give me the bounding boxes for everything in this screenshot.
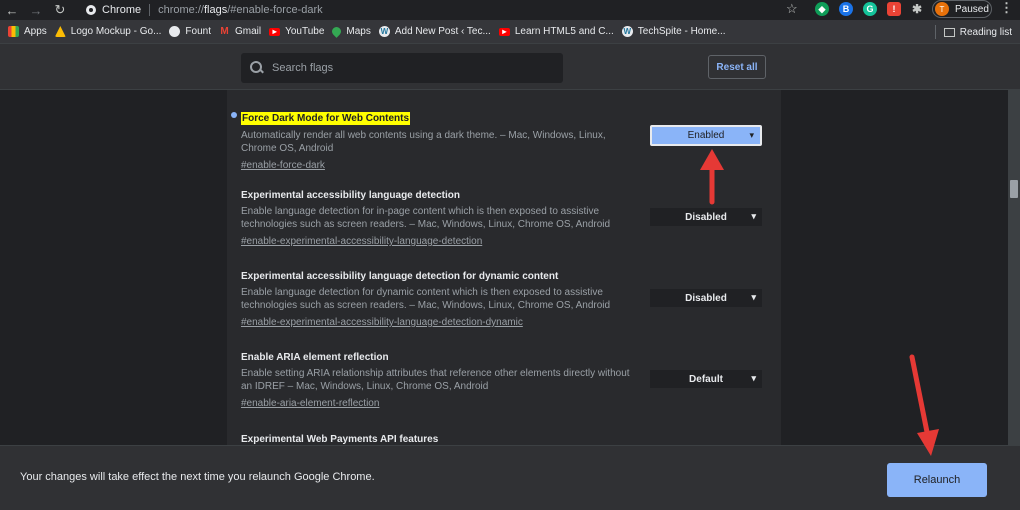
- bookmark-label: Add New Post ‹ Tec...: [394, 26, 491, 37]
- relaunch-button[interactable]: Relaunch: [887, 463, 987, 497]
- flag-description: Enable language detection for in-page co…: [241, 206, 611, 230]
- youtube-icon: ▸: [498, 27, 510, 36]
- flag-aria-element-reflection: Enable ARIA element reflection Enable se…: [241, 351, 641, 411]
- bookmark-logo-mockup[interactable]: Logo Mockup - Go...: [54, 26, 162, 37]
- search-icon: [250, 61, 264, 75]
- puzzle-extensions-icon[interactable]: ✱: [910, 2, 924, 16]
- reading-list-button[interactable]: Reading list: [934, 25, 1012, 39]
- wordpress-icon: W: [378, 26, 390, 37]
- flag-title: Force Dark Mode for Web Contents: [241, 112, 411, 125]
- bookmark-learn-html5[interactable]: ▸ Learn HTML5 and C...: [498, 26, 614, 37]
- address-bar[interactable]: Chrome chrome://flags/#enable-force-dark: [80, 0, 804, 19]
- modified-indicator: [231, 112, 237, 118]
- page-scrollbar[interactable]: [1008, 90, 1020, 445]
- reset-all-button[interactable]: Reset all: [708, 55, 766, 79]
- scrollbar-thumb[interactable]: [1010, 180, 1018, 198]
- bookmark-label: Fount: [185, 26, 211, 37]
- site-chip[interactable]: Chrome: [86, 4, 141, 16]
- select-value: Disabled: [685, 211, 727, 223]
- annotation-arrow-down: [909, 354, 939, 456]
- extension-b-icon[interactable]: B: [839, 2, 853, 16]
- relaunch-message: Your changes will take effect the next t…: [20, 471, 375, 483]
- gmail-icon: M: [220, 26, 229, 37]
- wordpress-icon: W: [621, 26, 633, 37]
- bookmark-techspite[interactable]: W TechSpite - Home...: [621, 26, 726, 37]
- bookmark-maps[interactable]: Maps: [330, 25, 371, 38]
- back-icon[interactable]: ←: [0, 0, 24, 20]
- avatar: T: [935, 2, 949, 16]
- flag-state-select-force-dark[interactable]: Enabled ▾: [650, 125, 762, 146]
- flag-state-select-language-detection-dynamic[interactable]: Disabled ▾: [650, 289, 762, 307]
- bookmark-gmail[interactable]: M Gmail: [219, 26, 261, 37]
- reading-list-icon: [943, 27, 955, 37]
- flag-title: Experimental accessibility language dete…: [241, 271, 559, 282]
- maps-icon: [330, 25, 344, 38]
- bookmarks-bar: Apps Logo Mockup - Go... Fount M Gmail ▸…: [0, 20, 1020, 44]
- search-flags-input[interactable]: Search flags: [241, 53, 563, 83]
- flag-anchor-link[interactable]: #enable-force-dark: [241, 160, 325, 171]
- divider: [934, 25, 936, 39]
- chevron-down-icon: ▾: [751, 373, 756, 383]
- chevron-down-icon: ▾: [751, 211, 756, 221]
- chrome-icon: [86, 4, 96, 15]
- bookmark-label: Apps: [24, 26, 47, 37]
- flag-description: Enable language detection for dynamic co…: [241, 287, 611, 311]
- youtube-icon: ▸: [269, 27, 281, 36]
- url-path: /#enable-force-dark: [227, 3, 323, 16]
- chevron-down-icon: ▾: [751, 292, 756, 302]
- flag-description: Enable setting ARIA relationship attribu…: [241, 368, 630, 392]
- bookmark-label: YouTube: [285, 26, 325, 37]
- flag-title: Enable ARIA element reflection: [241, 352, 389, 363]
- drive-icon: [54, 26, 66, 37]
- flag-anchor-link[interactable]: #enable-experimental-accessibility-langu…: [241, 317, 523, 328]
- forward-icon[interactable]: →: [24, 0, 48, 20]
- flag-title: Experimental accessibility language dete…: [241, 190, 460, 201]
- flag-force-dark: Force Dark Mode for Web Contents Automat…: [241, 108, 641, 173]
- select-value: Disabled: [685, 292, 727, 304]
- profile-button[interactable]: T Paused: [932, 0, 992, 18]
- extension-red-icon[interactable]: !: [887, 2, 901, 16]
- url-scheme: chrome://: [158, 3, 204, 16]
- tab-title: Chrome: [102, 3, 142, 16]
- bookmark-label: Maps: [346, 26, 371, 37]
- bookmark-youtube[interactable]: ▸ YouTube: [269, 26, 324, 37]
- bookmark-fount[interactable]: Fount: [169, 26, 211, 37]
- bookmark-label: Logo Mockup - Go...: [70, 26, 162, 37]
- bookmark-label: TechSpite - Home...: [637, 26, 726, 37]
- profile-status: Paused: [955, 3, 989, 15]
- flag-anchor-link[interactable]: #enable-aria-element-reflection: [241, 398, 379, 409]
- flag-accessibility-language-detection: Experimental accessibility language dete…: [241, 189, 641, 249]
- bookmark-add-new-post[interactable]: W Add New Post ‹ Tec...: [378, 26, 491, 37]
- divider: [149, 3, 151, 16]
- flag-anchor-link[interactable]: #enable-experimental-accessibility-langu…: [241, 236, 482, 247]
- url-text[interactable]: chrome://flags/#enable-force-dark: [158, 4, 323, 16]
- apps-grid-icon: [8, 26, 19, 37]
- grammarly-icon[interactable]: G: [863, 2, 877, 16]
- flag-accessibility-language-detection-dynamic: Experimental accessibility language dete…: [241, 270, 641, 330]
- reload-icon[interactable]: ↻: [48, 0, 72, 20]
- search-placeholder: Search flags: [272, 62, 334, 74]
- bookmark-apps[interactable]: Apps: [8, 26, 47, 37]
- select-value: Default: [689, 373, 723, 385]
- flag-description: Automatically render all web contents us…: [241, 130, 606, 154]
- url-host: flags: [203, 3, 228, 16]
- flag-state-select-aria-reflection[interactable]: Default ▾: [650, 370, 762, 388]
- chevron-down-icon: ▾: [749, 130, 754, 140]
- bookmark-label: Learn HTML5 and C...: [514, 26, 614, 37]
- reading-list-label: Reading list: [959, 26, 1012, 38]
- bookmark-label: Gmail: [234, 26, 262, 37]
- more-menu-icon[interactable]: ⋮: [1000, 0, 1013, 16]
- flag-state-select-language-detection[interactable]: Disabled ▾: [650, 208, 762, 226]
- select-value: Enabled: [687, 130, 725, 141]
- extension-green-icon[interactable]: ◆: [815, 2, 829, 16]
- globe-icon: [169, 26, 181, 37]
- bookmark-star-icon[interactable]: ☆: [786, 1, 798, 17]
